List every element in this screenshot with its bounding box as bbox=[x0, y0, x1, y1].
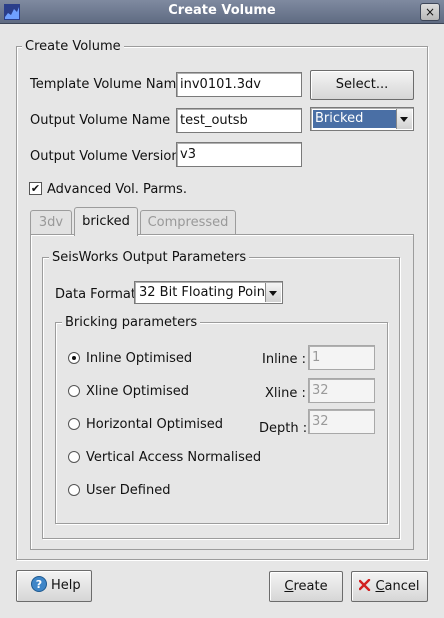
template-volume-input[interactable]: inv0101.3dv bbox=[176, 72, 302, 97]
close-button[interactable]: × bbox=[420, 3, 440, 21]
window-title: Create Volume bbox=[168, 3, 276, 18]
output-version-input[interactable]: v3 bbox=[176, 142, 302, 167]
close-icon: × bbox=[424, 5, 436, 19]
vertical-access-normalised-label[interactable]: Vertical Access Normalised bbox=[86, 450, 261, 465]
xline-optimised-label[interactable]: Xline Optimised bbox=[86, 384, 189, 399]
depth-size-input[interactable]: 32 bbox=[308, 409, 375, 434]
radio-inline-optimised[interactable] bbox=[68, 352, 80, 364]
help-button[interactable]: ? Help bbox=[16, 570, 92, 602]
create-button[interactable]: Create bbox=[269, 571, 343, 602]
user-defined-label[interactable]: User Defined bbox=[86, 483, 170, 498]
radio-xline-optimised[interactable] bbox=[68, 385, 80, 397]
radio-user-defined[interactable] bbox=[68, 484, 80, 496]
xline-size-input[interactable]: 32 bbox=[308, 378, 375, 403]
chevron-down-icon[interactable] bbox=[396, 109, 412, 129]
advanced-params-checkbox[interactable]: ✔ bbox=[29, 182, 42, 195]
radio-vertical-access-normalised[interactable] bbox=[68, 451, 80, 463]
data-format-value: 32 Bit Floating Point bbox=[139, 285, 265, 300]
xline-size-label: Xline : bbox=[265, 386, 306, 401]
volume-format-value: Bricked bbox=[313, 110, 396, 128]
horizontal-optimised-label[interactable]: Horizontal Optimised bbox=[86, 417, 223, 432]
create-label: reate bbox=[293, 579, 328, 594]
chevron-down-icon[interactable] bbox=[265, 283, 281, 302]
help-label: Help bbox=[51, 578, 81, 593]
output-volume-label: Output Volume Name bbox=[30, 113, 171, 128]
output-volume-input[interactable]: test_outsb bbox=[176, 108, 302, 133]
bricking-title: Bricking parameters bbox=[62, 315, 201, 330]
data-format-label: Data Format bbox=[55, 287, 136, 302]
tab-bricked[interactable]: bricked bbox=[74, 207, 138, 236]
seisworks-title: SeisWorks Output Parameters bbox=[49, 250, 250, 265]
advanced-params-label[interactable]: Advanced Vol. Parms. bbox=[47, 182, 187, 197]
cancel-button[interactable]: Cancel bbox=[351, 571, 428, 602]
cancel-label: ancel bbox=[384, 579, 420, 594]
help-circle-icon: ? bbox=[31, 576, 47, 592]
red-x-icon bbox=[359, 578, 371, 592]
output-version-label: Output Volume Version bbox=[30, 149, 180, 164]
select-button[interactable]: Select... bbox=[310, 70, 414, 100]
cancel-mnemonic: C bbox=[375, 579, 385, 594]
svg-text:?: ? bbox=[36, 578, 42, 591]
radio-horizontal-optimised[interactable] bbox=[68, 418, 80, 430]
volume-format-select[interactable]: Bricked bbox=[310, 107, 414, 131]
title-bar[interactable]: Create Volume × bbox=[0, 0, 444, 24]
tab-compressed[interactable]: Compressed bbox=[140, 210, 236, 235]
depth-size-label: Depth : bbox=[259, 421, 308, 436]
data-format-select[interactable]: 32 Bit Floating Point bbox=[134, 281, 283, 304]
inline-size-input[interactable]: 1 bbox=[308, 345, 375, 370]
check-icon: ✔ bbox=[30, 182, 41, 195]
template-volume-label: Template Volume Name bbox=[30, 77, 185, 92]
inline-size-label: Inline : bbox=[262, 352, 307, 367]
tab-3dv[interactable]: 3dv bbox=[30, 210, 72, 235]
group-title: Create Volume bbox=[22, 39, 124, 54]
inline-optimised-label[interactable]: Inline Optimised bbox=[86, 351, 192, 366]
